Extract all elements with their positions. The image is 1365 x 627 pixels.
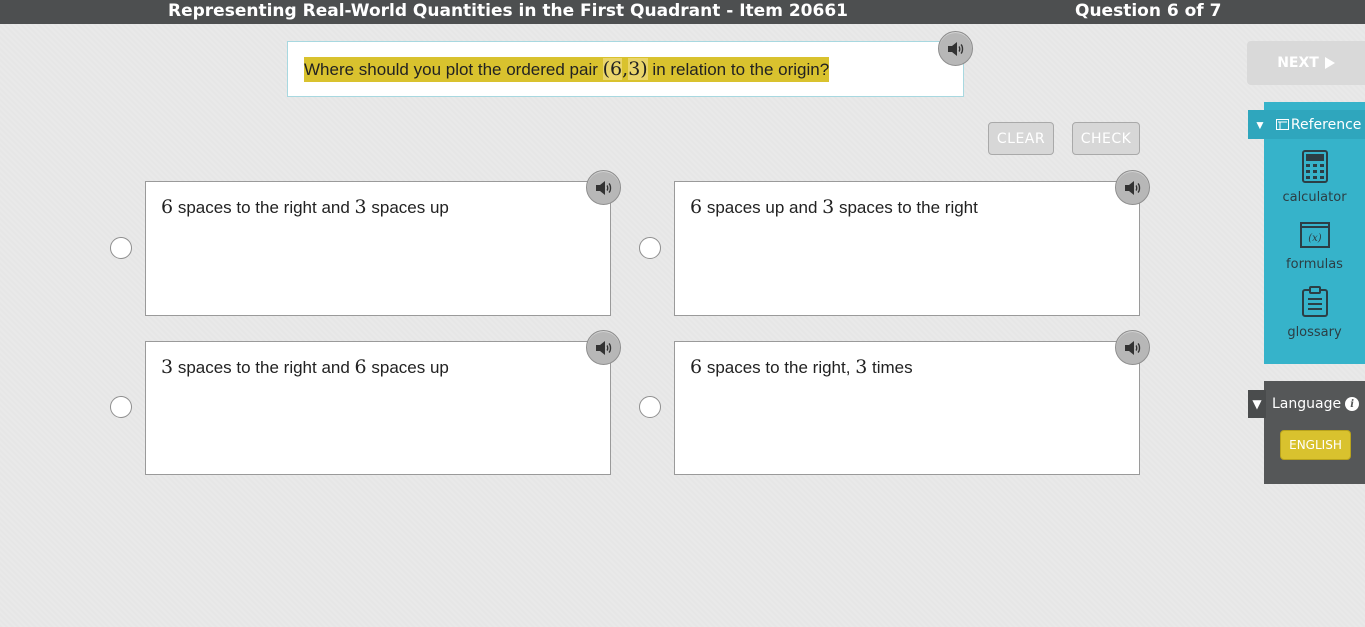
- question-audio-button[interactable]: [938, 31, 973, 66]
- choice-a-text: 6 spaces to the right and 3 spaces up: [161, 196, 449, 218]
- play-arrow-icon: [1324, 57, 1335, 69]
- glossary-tool[interactable]: glossary: [1264, 286, 1365, 340]
- choice-radio-c[interactable]: [110, 396, 132, 418]
- choice-d-text: 6 spaces to the right, 3 times: [690, 356, 913, 378]
- english-language-button[interactable]: ENGLISH: [1280, 430, 1351, 460]
- calculator-icon: [1301, 150, 1328, 183]
- collapse-triangle-icon: ▼: [1254, 117, 1266, 132]
- question-counter: Question 6 of 7: [1075, 1, 1222, 21]
- clear-button[interactable]: CLEAR: [988, 122, 1054, 155]
- info-icon[interactable]: i: [1345, 397, 1360, 411]
- language-toggle[interactable]: ▼ Language i: [1248, 390, 1365, 418]
- reference-toggle[interactable]: ▼ Reference: [1248, 110, 1365, 139]
- next-button[interactable]: NEXT: [1247, 41, 1365, 85]
- glossary-icon: [1301, 286, 1328, 317]
- question-text: Where should you plot the ordered pair (…: [304, 57, 830, 82]
- choice-a-audio-button[interactable]: [586, 170, 621, 205]
- header-bar: Representing Real-World Quantities in th…: [0, 0, 1365, 24]
- collapse-triangle-icon: ▼: [1248, 390, 1266, 418]
- choice-b[interactable]: 6 spaces up and 3 spaces to the right: [674, 181, 1140, 316]
- choice-b-audio-button[interactable]: [1115, 170, 1150, 205]
- reference-card-icon: [1275, 119, 1289, 130]
- glossary-label: glossary: [1287, 325, 1342, 340]
- formulas-label: formulas: [1286, 257, 1343, 272]
- choice-c-audio-button[interactable]: [586, 330, 621, 365]
- svg-text:(x): (x): [1308, 233, 1322, 244]
- language-title: Language: [1272, 396, 1342, 412]
- choice-c-text: 3 spaces to the right and 6 spaces up: [161, 356, 449, 378]
- choice-b-text: 6 spaces up and 3 spaces to the right: [690, 196, 978, 218]
- item-title: Representing Real-World Quantities in th…: [168, 1, 848, 21]
- ordered-pair: (6,3): [602, 58, 648, 80]
- choice-c[interactable]: 3 spaces to the right and 6 spaces up: [145, 341, 611, 475]
- choice-radio-b[interactable]: [639, 237, 661, 259]
- check-button[interactable]: CHECK: [1072, 122, 1140, 155]
- speaker-icon: [1124, 180, 1140, 195]
- speaker-icon: [595, 180, 611, 195]
- formulas-tool[interactable]: (x) formulas: [1264, 222, 1365, 272]
- formulas-icon: (x): [1299, 222, 1330, 248]
- choice-a[interactable]: 6 spaces to the right and 3 spaces up: [145, 181, 611, 316]
- choice-d[interactable]: 6 spaces to the right, 3 times: [674, 341, 1140, 475]
- speaker-icon: [1124, 340, 1140, 355]
- next-label: NEXT: [1277, 55, 1319, 71]
- choice-radio-d[interactable]: [639, 396, 661, 418]
- speaker-icon: [947, 41, 963, 56]
- calculator-label: calculator: [1282, 190, 1347, 205]
- choice-d-audio-button[interactable]: [1115, 330, 1150, 365]
- question-prompt-box: Where should you plot the ordered pair (…: [287, 41, 964, 97]
- reference-title: Reference: [1290, 116, 1362, 133]
- choice-radio-a[interactable]: [110, 237, 132, 259]
- speaker-icon: [595, 340, 611, 355]
- calculator-tool[interactable]: calculator: [1264, 150, 1365, 205]
